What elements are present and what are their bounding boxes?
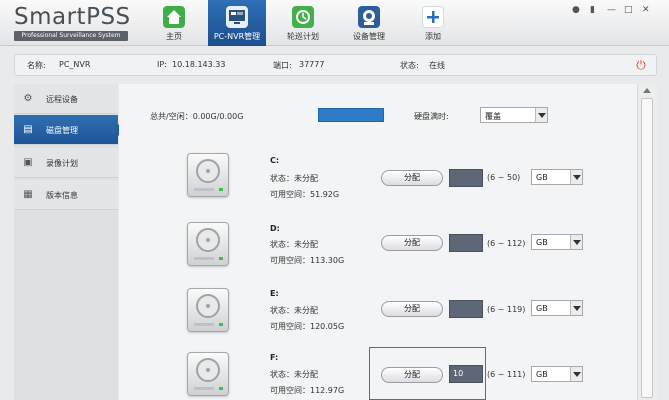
nav-device-management[interactable]: 设备管理 — [340, 0, 398, 46]
home-icon — [163, 6, 185, 28]
nav-home[interactable]: 主页 — [145, 0, 203, 46]
disk-full-label: 硬盘满时: — [414, 112, 449, 121]
camera-device-icon — [358, 6, 380, 28]
drive-name: C: — [270, 156, 280, 165]
chevron-down-icon — [570, 301, 582, 315]
sidebar-item-label: 版本信息 — [46, 191, 78, 200]
drive-free-space: 可用空间：51.92G — [270, 190, 340, 199]
sidebar: ⚙ 远程设备 ▤ 磁盘管理 ▣ 录像计划 ▦ 版本信息 — [14, 84, 124, 400]
sidebar-item-label: 录像计划 — [46, 159, 78, 168]
ip-label: IP: — [157, 60, 167, 69]
sidebar-item-disk-management[interactable]: ▤ 磁盘管理 — [14, 115, 124, 145]
highlight-box — [369, 347, 486, 400]
nav-add-label: 添加 — [425, 32, 441, 41]
user-icon[interactable]: ● — [572, 5, 580, 15]
size-range: (6 ~ 111) — [487, 370, 526, 379]
record-schedule-icon: ▣ — [23, 157, 33, 168]
vertical-scrollbar[interactable] — [637, 84, 657, 400]
sidebar-item-version-info[interactable]: ▦ 版本信息 — [14, 180, 118, 210]
unit-select-value: GB — [536, 173, 548, 182]
ip-value: 10.18.143.33 — [172, 60, 226, 69]
drive-status: 状态：未分配 — [270, 240, 318, 249]
unit-select[interactable]: GB — [531, 234, 583, 250]
device-name-value: PC_NVR — [59, 60, 91, 69]
nav-patrol-schedule[interactable]: 轮巡计划 — [274, 0, 332, 46]
patrol-schedule-icon — [292, 6, 314, 28]
allocate-size-input[interactable] — [449, 234, 483, 252]
allocate-button[interactable]: 分配 — [381, 235, 443, 251]
drive-free-space: 可用空间：112.97G — [270, 386, 345, 395]
allocate-button[interactable]: 分配 — [381, 301, 443, 317]
disk-icon: ▤ — [23, 124, 33, 135]
size-range: (6 ~ 50) — [487, 173, 521, 182]
hard-drive-icon — [187, 222, 229, 266]
sidebar-item-record-schedule[interactable]: ▣ 录像计划 — [14, 148, 118, 178]
disk-full-select-value: 覆盖 — [485, 112, 501, 121]
scroll-thumb[interactable] — [641, 98, 653, 398]
nav-patrol-schedule-label: 轮巡计划 — [287, 32, 319, 41]
nav-add[interactable]: 添加 — [404, 0, 462, 46]
nav-pc-nvr[interactable]: PC-NVR管理 — [208, 0, 266, 46]
gear-icon: ⚙ — [23, 93, 33, 104]
hard-drive-icon — [187, 352, 229, 396]
device-name-label: 名称: — [27, 61, 46, 70]
device-info-bar: 名称: PC_NVR IP: 10.18.143.33 端口: 37777 状态… — [14, 54, 657, 76]
unit-select-value: GB — [536, 370, 548, 379]
minimize-icon[interactable]: — — [607, 5, 616, 15]
size-range: (6 ~ 119) — [487, 305, 526, 314]
nav-pc-nvr-label: PC-NVR管理 — [213, 32, 261, 41]
hard-drive-icon — [187, 288, 229, 332]
scroll-up-arrow-icon[interactable] — [643, 88, 651, 93]
size-range: (6 ~ 112) — [487, 239, 526, 248]
logo-title: SmartPSS — [14, 4, 131, 30]
allocate-size-input[interactable] — [449, 300, 483, 318]
lock-icon[interactable]: ▮ — [590, 5, 595, 15]
top-toolbar: SmartPSS Professional Surveillance Syste… — [0, 0, 669, 46]
nav-home-label: 主页 — [166, 32, 182, 41]
logo-subtitle: Professional Surveillance System — [14, 31, 128, 41]
total-free-label: 总共/空闲：0.00G/0.00G — [150, 112, 244, 121]
drive-name: D: — [270, 224, 280, 233]
unit-select[interactable]: GB — [531, 169, 583, 185]
chevron-down-icon — [570, 170, 582, 184]
unit-select[interactable]: GB — [531, 300, 583, 316]
chevron-down-icon — [535, 108, 547, 122]
drive-free-space: 可用空间：113.30G — [270, 256, 345, 265]
allocate-button[interactable]: 分配 — [381, 170, 443, 186]
allocate-size-input[interactable] — [449, 169, 483, 187]
drive-status: 状态：未分配 — [270, 306, 318, 315]
total-usage-bar — [318, 108, 384, 122]
disk-full-select[interactable]: 覆盖 — [480, 107, 548, 123]
drive-name: E: — [270, 289, 279, 298]
chevron-down-icon — [570, 235, 582, 249]
drive-name: F: — [270, 353, 279, 362]
app-logo: SmartPSS Professional Surveillance Syste… — [14, 4, 131, 41]
drive-status: 状态：未分配 — [270, 174, 318, 183]
unit-select-value: GB — [536, 238, 548, 247]
power-icon[interactable]: ⏻ — [634, 58, 648, 72]
nav-device-management-label: 设备管理 — [353, 32, 385, 41]
restore-icon[interactable]: □ — [624, 5, 633, 15]
close-icon[interactable]: ✕ — [642, 5, 650, 15]
port-label: 端口: — [273, 61, 292, 70]
pc-nvr-icon — [226, 6, 248, 28]
unit-select[interactable]: GB — [531, 366, 583, 382]
chevron-down-icon — [570, 367, 582, 381]
sidebar-item-label: 远程设备 — [46, 95, 78, 104]
drive-status: 状态：未分配 — [270, 370, 318, 379]
sidebar-item-remote-devices[interactable]: ⚙ 远程设备 — [14, 84, 118, 114]
add-icon — [422, 6, 444, 28]
hard-drive-icon — [187, 153, 229, 197]
drive-free-space: 可用空间：120.05G — [270, 322, 345, 331]
sidebar-item-label: 磁盘管理 — [46, 126, 78, 135]
status-value: 在线 — [429, 61, 445, 70]
port-value: 37777 — [299, 60, 325, 69]
unit-select-value: GB — [536, 304, 548, 313]
info-icon: ▦ — [23, 189, 33, 200]
status-label: 状态: — [400, 61, 419, 70]
